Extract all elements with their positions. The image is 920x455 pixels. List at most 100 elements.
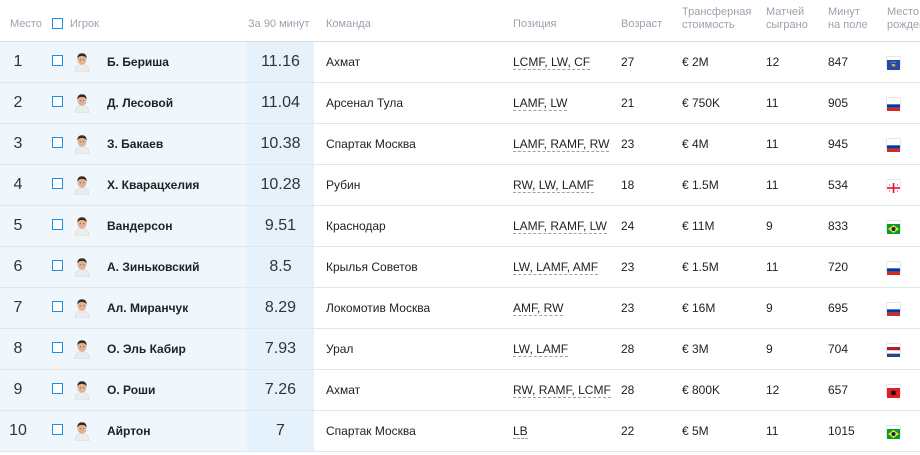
row-select-checkbox[interactable] [52,55,63,66]
team-name[interactable]: Ахмат [326,370,360,410]
header-position[interactable]: Позиция [513,18,557,31]
row-select-checkbox[interactable] [52,178,63,189]
row-select-checkbox[interactable] [52,219,63,230]
player-name[interactable]: Айртон [107,411,151,451]
minutes-played: 833 [828,219,849,233]
age: 23 [621,260,635,274]
minutes-played: 905 [828,96,849,110]
positions[interactable]: LAMF, RAMF, RW [513,124,610,164]
player-name[interactable]: Вандерсон [107,206,172,246]
player-avatar-icon [73,339,91,360]
table-row[interactable]: 9 О. Роши 7.26 Ахмат RW, RAMF, LCMF 28 € 800K 1… [0,370,920,411]
header-birthplace[interactable]: Место рожден [887,6,920,32]
team-name[interactable]: Локомотив Москва [326,288,430,328]
header-age[interactable]: Возраст [621,18,662,31]
positions[interactable]: RW, LW, LAMF [513,165,594,205]
positions[interactable]: LW, LAMF [513,329,569,369]
player-name[interactable]: О. Роши [107,370,155,410]
team-name[interactable]: Урал [326,329,353,369]
russia-flag-icon [887,262,900,275]
player-avatar-icon [73,93,91,114]
row-select-checkbox[interactable] [52,96,63,107]
positions[interactable]: LW, LAMF, AMF [513,247,599,287]
matches-played: 9 [766,301,773,315]
matches-played: 9 [766,342,773,356]
positions[interactable]: LCMF, LW, CF [513,42,591,82]
positions[interactable]: LAMF, RAMF, LW [513,206,607,246]
transfer-value: € 1.5M [682,260,719,274]
per90-value: 9.51 [264,217,297,234]
header-birth-line1: Место [887,6,919,18]
positions[interactable]: AMF, RW [513,288,564,328]
header-player[interactable]: Игрок [70,18,99,31]
header-value[interactable]: Трансферная стоимость [682,6,751,32]
russia-flag-icon [887,98,900,111]
row-select-checkbox[interactable] [52,260,63,271]
team-name[interactable]: Арсенал Тула [326,83,403,123]
player-name[interactable]: Д. Лесовой [107,83,173,123]
table-row[interactable]: 10 Айртон 7 Спартак Москва LB 22 € 5M 11 1015 [0,411,920,452]
table-header: Место Игрок За 90 минут Команда Позиция … [0,0,920,42]
header-rank[interactable]: Место [10,18,42,31]
rank: 7 [13,299,23,316]
georgia-flag-icon [887,180,900,193]
rank: 8 [13,340,23,357]
player-name[interactable]: О. Эль Кабир [107,329,186,369]
positions[interactable]: LB [513,411,528,451]
row-select-checkbox[interactable] [52,137,63,148]
rank: 6 [13,258,23,275]
header-per90[interactable]: За 90 минут [248,18,309,31]
rank: 3 [13,135,23,152]
player-name[interactable]: З. Бакаев [107,124,163,164]
header-matches[interactable]: Матчей сыграно [766,6,808,32]
team-name[interactable]: Спартак Москва [326,411,416,451]
age: 22 [621,424,635,438]
team-name[interactable]: Рубин [326,165,360,205]
team-name[interactable]: Краснодар [326,206,386,246]
positions-text: RW, RAMF, LCMF [513,383,611,398]
table-row[interactable]: 2 Д. Лесовой 11.04 Арсенал Тула LAMF, LW 21 € … [0,83,920,124]
row-select-checkbox[interactable] [52,424,63,435]
per90-value: 7.93 [264,340,297,357]
per90-value: 11.04 [261,94,300,111]
positions-text: LAMF, RAMF, RW [513,137,610,152]
table-row[interactable]: 3 З. Бакаев 10.38 Спартак Москва LAMF, RAMF,… [0,124,920,165]
team-name[interactable]: Спартак Москва [326,124,416,164]
per90-value: 7.26 [264,381,297,398]
positions-text: LAMF, LW [513,96,568,111]
header-minutes-line1: Минут [828,6,860,18]
header-team[interactable]: Команда [326,18,371,31]
table-row[interactable]: 6 А. Зиньковский 8.5 Крылья Советов LW, LAMF… [0,247,920,288]
row-select-checkbox[interactable] [52,383,63,394]
header-minutes[interactable]: Минут на поле [828,6,868,32]
per90-value: 8.5 [269,258,292,275]
per90-value: 10.38 [260,135,301,152]
player-name[interactable]: А. Зиньковский [107,247,200,287]
players-table: Место Игрок За 90 минут Команда Позиция … [0,0,920,455]
transfer-value: € 3M [682,342,709,356]
team-name[interactable]: Ахмат [326,42,360,82]
header-value-line1: Трансферная [682,6,752,18]
positions[interactable]: LAMF, LW [513,83,568,123]
matches-played: 11 [766,137,779,151]
table-row[interactable]: 4 Х. Кварацхелия 10.28 Рубин RW, LW, LAMF 18 €… [0,165,920,206]
rank: 2 [13,94,23,111]
minutes-played: 657 [828,383,849,397]
row-select-checkbox[interactable] [52,301,63,312]
player-name[interactable]: Ал. Миранчук [107,288,188,328]
age: 28 [621,342,635,356]
table-row[interactable]: 1 Б. Бериша 11.16 Ахмат LCMF, LW, CF 27 € 2M 12… [0,42,920,83]
select-all-checkbox[interactable] [52,18,63,29]
header-birth-line2: рожден [887,19,920,31]
player-name[interactable]: Б. Бериша [107,42,169,82]
table-row[interactable]: 7 Ал. Миранчук 8.29 Локомотив Москва AMF, RW… [0,288,920,329]
positions[interactable]: RW, RAMF, LCMF [513,370,611,410]
row-select-checkbox[interactable] [52,342,63,353]
table-row[interactable]: 8 О. Эль Кабир 7.93 Урал LW, LAMF 28 € 3M 9 704 [0,329,920,370]
table-row[interactable]: 5 Вандерсон 9.51 Краснодар LAMF, RAMF, LW 24 €… [0,206,920,247]
player-name[interactable]: Х. Кварацхелия [107,165,199,205]
age: 23 [621,137,635,151]
team-name[interactable]: Крылья Советов [326,247,418,287]
header-minutes-line2: на поле [828,19,868,31]
kosovo-flag-icon [887,57,900,70]
